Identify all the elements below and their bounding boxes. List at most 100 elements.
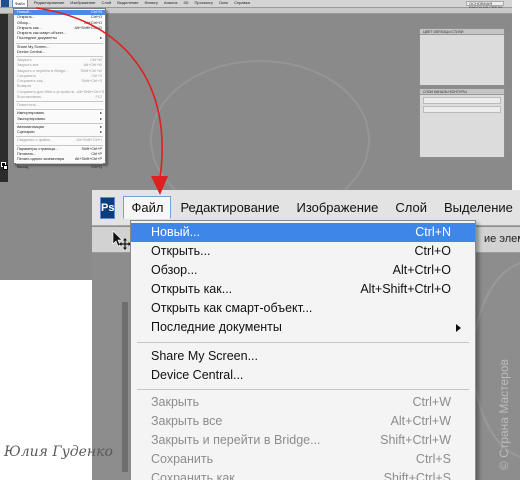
- menu-item[interactable]: Редактирование: [34, 0, 64, 8]
- menu-item-shortcut: Shift+Ctrl+S: [81, 79, 102, 83]
- menu-item-shortcut: Alt+Shift+Ctrl+O: [360, 282, 451, 296]
- menu-item[interactable]: Просмотр: [195, 0, 213, 8]
- menu-item[interactable]: Последние документы: [131, 318, 475, 337]
- menu-item[interactable]: Слой: [387, 196, 435, 219]
- menu-item-shortcut: Alt+Ctrl+O: [392, 263, 451, 277]
- menu-item[interactable]: Выделение: [436, 196, 520, 219]
- menu-item-label: Device Central...: [151, 368, 244, 382]
- zoomed-screenshot: Ps Файл Редактирование Изображение Слой Выде…: [92, 190, 520, 480]
- menu-item[interactable]: Последние документы ▸: [14, 36, 105, 41]
- menu-item-shortcut: F12: [95, 94, 102, 99]
- background-swirl: [472, 260, 520, 460]
- thumbnail-color-panel: ЦВЕТ ОБРАЗЦЫ СТИЛИ: [419, 28, 505, 86]
- menu-item[interactable]: Редактирование: [172, 196, 287, 219]
- menu-item[interactable]: Окно: [219, 0, 228, 8]
- menu-item-shortcut: Ctrl+S: [415, 452, 451, 466]
- layer-row[interactable]: [423, 106, 501, 113]
- menu-item: Поместить...: [14, 103, 105, 108]
- menu-item[interactable]: Изображение: [70, 0, 95, 8]
- menu-item[interactable]: Device Central...: [14, 50, 105, 55]
- menu-item-shortcut: Alt+Shift+Ctrl+I: [76, 138, 102, 143]
- menu-separator: [137, 389, 469, 390]
- site-watermark: © Страна Мастеров: [497, 359, 511, 470]
- menu-item[interactable]: Файл: [12, 0, 28, 8]
- submenu-arrow-icon: [456, 324, 461, 332]
- menu-item-shortcut: Shift+Ctrl+W: [380, 433, 451, 447]
- menu-item-shortcut: Shift+Ctrl+S: [383, 471, 451, 480]
- menu-item-label: Сохранить как: [151, 471, 235, 480]
- menu-item-shortcut: ▸: [100, 130, 102, 134]
- background-color-swatch[interactable]: [3, 165, 8, 170]
- menu-separator: [16, 42, 103, 44]
- thumbnail-toolbox: [0, 14, 8, 182]
- menu-item[interactable]: Сценарии ▸: [14, 130, 105, 135]
- menu-item[interactable]: Device Central...: [131, 366, 475, 385]
- panel-tabs[interactable]: СЛОИ КАНАЛЫ КОНТУРЫ: [420, 89, 504, 95]
- thumbnail-menu: Файл Редактирование Изображение Слой Выделен…: [12, 0, 256, 8]
- thumbnail-file-menu: Новый... Ctrl+N Открыть... Ctrl+O Обзор... Al…: [13, 8, 106, 169]
- menu-item-label: Открыть...: [151, 244, 211, 258]
- menu-file[interactable]: Файл: [123, 196, 172, 219]
- menu-item-shortcut: Alt+Shift+Ctrl+O: [74, 25, 102, 30]
- menu-item-label: Открыть как...: [151, 282, 233, 296]
- menu-item-label: Device Central...: [17, 49, 46, 54]
- menu-item[interactable]: Анализ: [164, 0, 178, 8]
- menu-separator: [137, 342, 469, 343]
- menu-item-label: Восстановить: [17, 94, 42, 99]
- layer-row[interactable]: [423, 97, 501, 104]
- author-signature: Юлия Гуденко: [4, 444, 113, 460]
- menu-item: Сохранить Ctrl+S: [131, 450, 475, 469]
- menu-item[interactable]: Слой: [102, 0, 112, 8]
- menu-item[interactable]: Экспортировать ▸: [14, 117, 105, 122]
- menu-item[interactable]: Изображение: [288, 196, 386, 219]
- menu-item-label: Закрыть и перейти в Bridge...: [151, 433, 321, 447]
- move-tool-icon[interactable]: [110, 229, 132, 251]
- menu-separator: [16, 56, 103, 57]
- menu-item-label: Последние документы: [17, 36, 57, 41]
- menu-item-shortcut: Ctrl+N: [415, 225, 451, 239]
- menu-item[interactable]: Новый... Ctrl+N: [131, 223, 475, 242]
- workspace-switcher[interactable]: ОСНОВНАЯ РАБОЧАЯ СРЕДА: [466, 1, 504, 10]
- menu-item-label: Сценарии: [17, 130, 35, 134]
- menu-item-shortcut: ▸: [100, 116, 102, 121]
- menu-item-shortcut: ▸: [100, 36, 102, 41]
- menu-separator: [16, 101, 103, 102]
- menu-item: Сохранить как Shift+Ctrl+S: [131, 469, 475, 480]
- menu-item-shortcut: Ctrl+Q: [90, 165, 102, 170]
- menu-item: Закрыть все Alt+Ctrl+W: [131, 412, 475, 431]
- document-edge: [122, 302, 128, 472]
- menu-item-label: Экспортировать: [17, 116, 46, 121]
- menu-separator: [16, 144, 103, 146]
- menu-item[interactable]: Справка: [234, 0, 250, 8]
- menu-separator: [16, 136, 103, 138]
- menu-item[interactable]: Открыть как... Alt+Shift+Ctrl+O: [131, 280, 475, 299]
- menu-item-shortcut: Ctrl+O: [414, 244, 451, 258]
- menu-item: Закрыть и перейти в Bridge... Shift+Ctrl+…: [131, 431, 475, 450]
- menu-item[interactable]: 3D: [183, 0, 188, 8]
- menu-item-label: Поместить...: [17, 103, 40, 107]
- menu-item-label: Сведения о файле...: [17, 138, 54, 143]
- menu-item-label: Закрыть: [151, 395, 200, 409]
- menu-item: Закрыть Ctrl+W: [131, 393, 475, 412]
- thumbnail-menubar: Файл Редактирование Изображение Слой Выделен…: [0, 0, 512, 10]
- ps-logo-icon: [1, 0, 9, 7]
- menu-separator: [16, 109, 103, 111]
- menu-item-shortcut: Ctrl+W: [412, 395, 451, 409]
- panel-tabs[interactable]: ЦВЕТ ОБРАЗЦЫ СТИЛИ: [420, 29, 504, 35]
- menu-item[interactable]: Фильтр: [144, 0, 157, 8]
- file-menu-dropdown: Новый... Ctrl+N Открыть... Ctrl+O Обзор... Al…: [130, 220, 476, 480]
- menu-item[interactable]: Выделение: [117, 0, 138, 8]
- menu-item[interactable]: Открыть как смарт-объект...: [131, 299, 475, 318]
- menu-item-label: Обзор...: [151, 263, 198, 277]
- menu-item[interactable]: Печать одного экземпляра Alt+Shift+Ctrl+P: [14, 157, 105, 162]
- menu-item-label: Открыть как смарт-объект...: [151, 301, 313, 315]
- menu-item[interactable]: Выход Ctrl+Q: [14, 165, 105, 170]
- menu-item[interactable]: Открыть... Ctrl+O: [131, 242, 475, 261]
- menu-item-label: Печать одного экземпляра: [17, 157, 65, 161]
- menu-item[interactable]: Обзор... Alt+Ctrl+O: [131, 261, 475, 280]
- menu-separator: [16, 122, 103, 124]
- menu-item[interactable]: Share My Screen...: [131, 347, 475, 366]
- menu-item-label: Новый...: [151, 225, 201, 239]
- menu-item-shortcut: Alt+Ctrl+W: [390, 414, 451, 428]
- menu-item-label: Share My Screen...: [151, 349, 258, 363]
